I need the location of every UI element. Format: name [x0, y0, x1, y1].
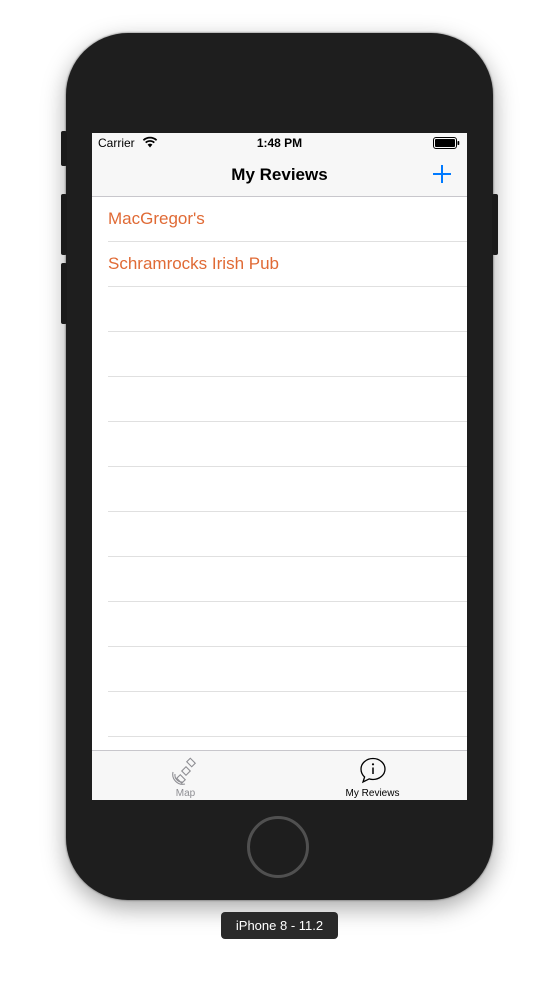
- empty-row: [92, 512, 467, 557]
- battery-icon: [433, 137, 460, 152]
- empty-row: [92, 692, 467, 737]
- volume-down-button: [61, 263, 67, 324]
- empty-row: [92, 467, 467, 512]
- app-screen: Carrier 1:48 PM My Reviews MacGregor's S…: [92, 133, 467, 800]
- empty-row: [92, 422, 467, 467]
- list-item[interactable]: MacGregor's: [92, 197, 467, 242]
- page-title: My Reviews: [231, 165, 328, 184]
- status-time: 1:48 PM: [256, 136, 303, 150]
- add-review-button[interactable]: [429, 161, 455, 187]
- empty-row: [92, 602, 467, 647]
- home-button[interactable]: [247, 816, 309, 878]
- info-speech-bubble-icon: [279, 757, 466, 790]
- device-label: iPhone 8 - 11.2: [221, 912, 338, 939]
- tab-my-reviews[interactable]: My Reviews: [279, 751, 466, 800]
- review-title: Schramrocks Irish Pub: [108, 254, 279, 273]
- volume-up-button: [61, 194, 67, 255]
- empty-row: [92, 557, 467, 602]
- tab-label-my-reviews: My Reviews: [345, 788, 400, 799]
- navigation-bar: My Reviews: [92, 153, 467, 197]
- list-item[interactable]: Schramrocks Irish Pub: [92, 242, 467, 287]
- empty-row: [92, 332, 467, 377]
- tab-label-map: Map: [175, 788, 196, 799]
- reviews-table: MacGregor's Schramrocks Irish Pub: [92, 197, 467, 750]
- plus-icon: [433, 165, 451, 183]
- satellite-icon: [92, 757, 279, 790]
- review-title: MacGregor's: [108, 209, 205, 228]
- status-bar: Carrier 1:48 PM: [92, 133, 467, 153]
- empty-row: [92, 287, 467, 332]
- power-button: [492, 194, 498, 255]
- tab-map[interactable]: Map: [92, 751, 279, 800]
- empty-row: [92, 377, 467, 422]
- tab-bar: Map My Reviews: [92, 750, 467, 800]
- mute-switch: [61, 131, 67, 166]
- empty-row: [92, 647, 467, 692]
- empty-row: [92, 737, 467, 750]
